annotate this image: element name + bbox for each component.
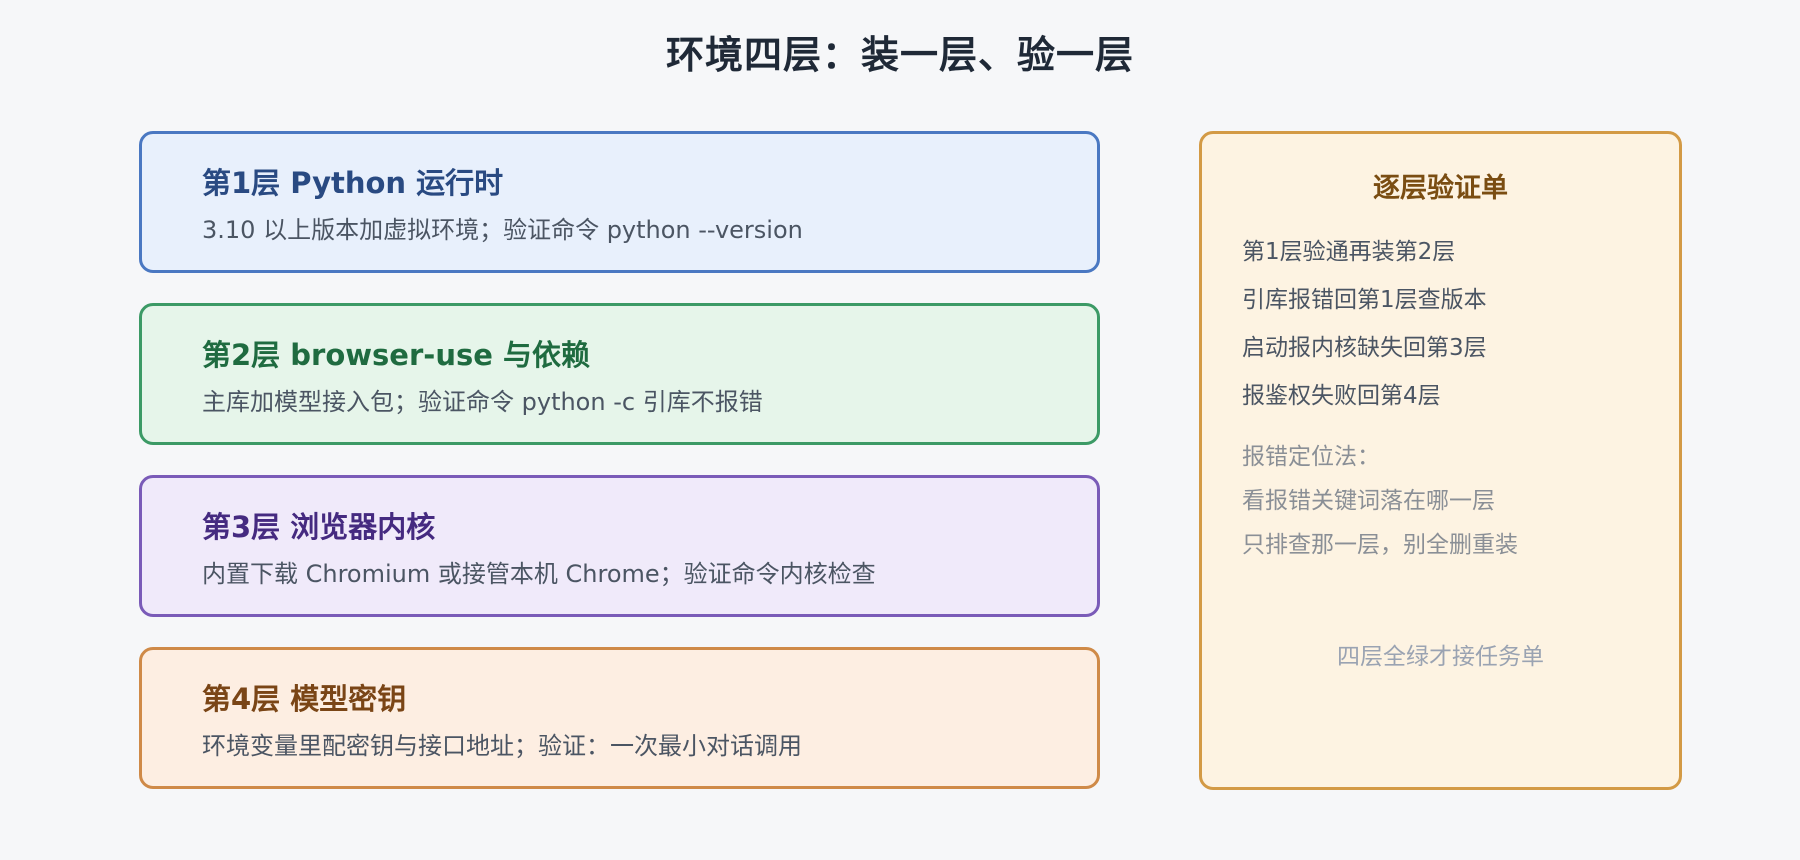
layer-1-description: 3.10 以上版本加虚拟环境；验证命令 python --version: [202, 216, 803, 244]
checklist-item: 报鉴权失败回第4层: [1242, 383, 1441, 409]
layer-1-title: 第1层 Python 运行时: [202, 166, 504, 200]
layer-1-card: 第1层 Python 运行时 3.10 以上版本加虚拟环境；验证命令 pytho…: [139, 131, 1100, 273]
layer-2-title: 第2层 browser-use 与依赖: [202, 338, 590, 372]
page-title: 环境四层：装一层、验一层: [665, 33, 1134, 77]
checklist-footer-note: 四层全绿才接任务单: [1337, 644, 1544, 670]
layer-4-title: 第4层 模型密钥: [202, 682, 407, 716]
layer-3-title: 第3层 浏览器内核: [202, 510, 436, 544]
layer-2-description: 主库加模型接入包；验证命令 python -c 引库不报错: [202, 388, 763, 416]
layer-4-description: 环境变量里配密钥与接口地址；验证：一次最小对话调用: [202, 732, 802, 760]
checklist-title: 逐层验证单: [1373, 173, 1508, 204]
layer-3-card: 第3层 浏览器内核 内置下载 Chromium 或接管本机 Chrome；验证命…: [139, 475, 1100, 617]
tip-heading: 报错定位法：: [1242, 444, 1380, 470]
tip-line: 只排查那一层，别全删重装: [1242, 532, 1518, 558]
checklist-item: 第1层验通再装第2层: [1242, 239, 1456, 265]
layer-2-card: 第2层 browser-use 与依赖 主库加模型接入包；验证命令 python…: [139, 303, 1100, 445]
checklist-item: 启动报内核缺失回第3层: [1242, 335, 1487, 361]
checklist-item: 引库报错回第1层查版本: [1242, 287, 1487, 313]
verification-checklist-panel: 逐层验证单 第1层验通再装第2层 引库报错回第1层查版本 启动报内核缺失回第3层…: [1199, 131, 1682, 790]
layer-4-card: 第4层 模型密钥 环境变量里配密钥与接口地址；验证：一次最小对话调用: [139, 647, 1100, 789]
layer-3-description: 内置下载 Chromium 或接管本机 Chrome；验证命令内核检查: [202, 560, 876, 588]
tip-line: 看报错关键词落在哪一层: [1242, 488, 1495, 514]
